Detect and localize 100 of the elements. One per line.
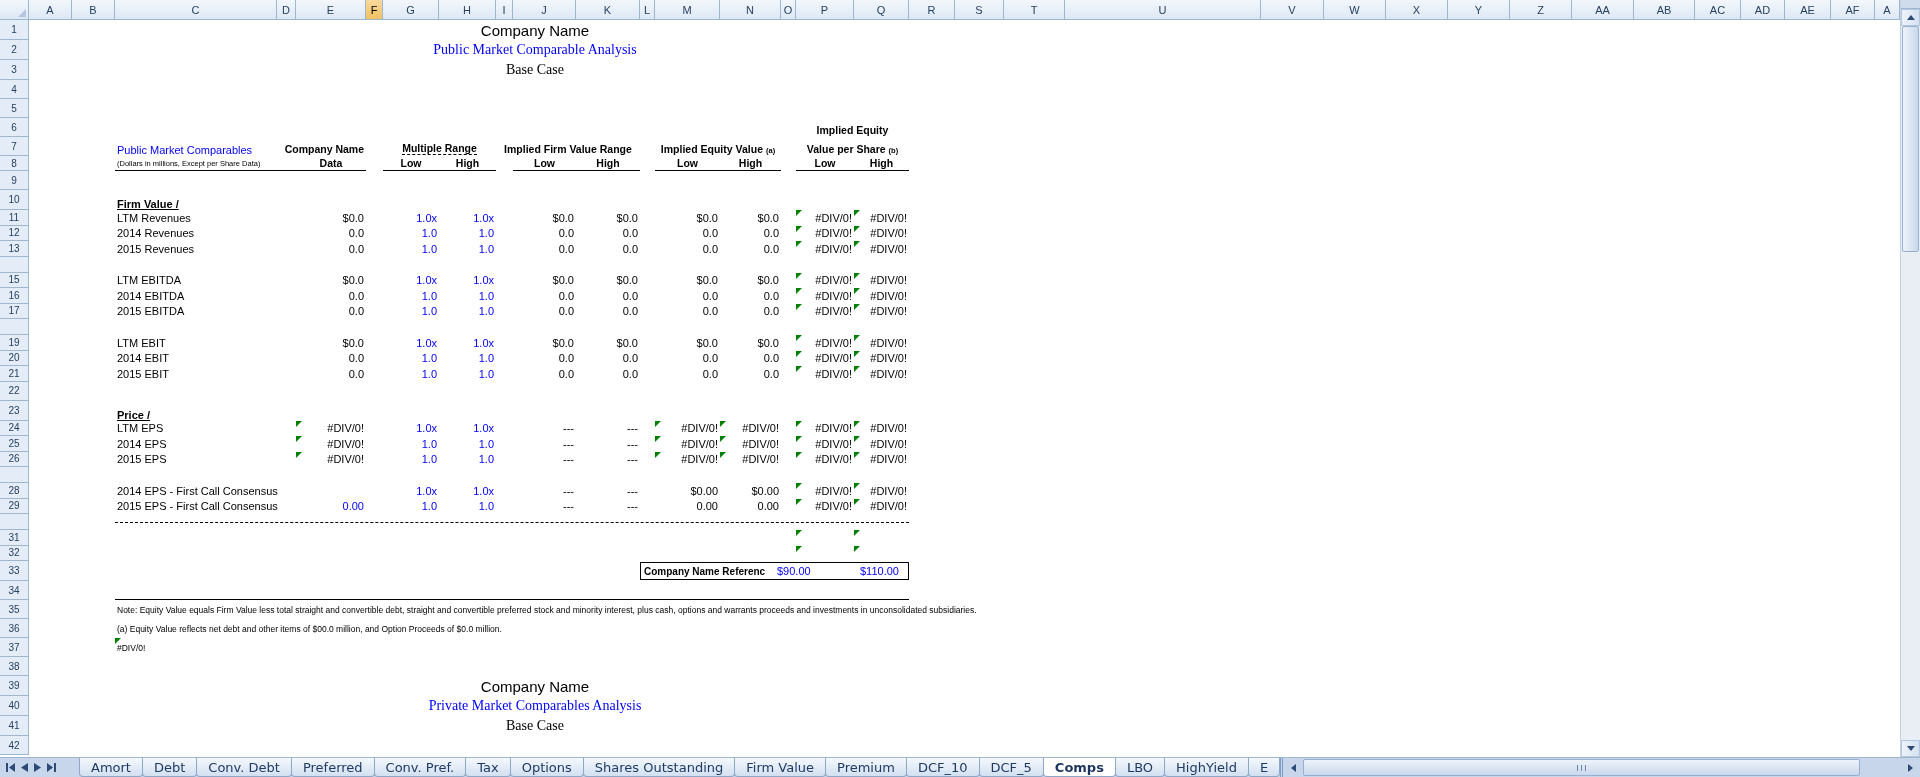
- sheet-tab[interactable]: Firm Value: [734, 758, 827, 777]
- left-triangle-icon[interactable]: [21, 763, 28, 772]
- column-header[interactable]: AC: [1695, 0, 1741, 19]
- scrollbar-thumb[interactable]: [1902, 26, 1919, 252]
- row-number[interactable]: 33: [0, 561, 29, 581]
- row-number[interactable]: 28: [0, 483, 29, 499]
- sheet-tab[interactable]: Amort: [79, 758, 143, 777]
- row-number[interactable]: 34: [0, 581, 29, 600]
- column-header[interactable]: C: [115, 0, 277, 19]
- column-header[interactable]: V: [1261, 0, 1324, 19]
- row-number[interactable]: 16: [0, 288, 29, 304]
- row-number[interactable]: 40: [0, 696, 29, 716]
- section-heading: Price /: [117, 408, 151, 421]
- column-header[interactable]: W: [1324, 0, 1386, 19]
- sheet-tab[interactable]: Options: [509, 758, 584, 777]
- table-cell: #DIV/0!: [870, 422, 907, 435]
- sheet-tab[interactable]: Conv. Pref.: [373, 758, 467, 777]
- row-number[interactable]: 25: [0, 436, 29, 452]
- column-header[interactable]: F: [366, 0, 383, 19]
- row-number[interactable]: 11: [0, 210, 29, 226]
- row-number[interactable]: 23: [0, 400, 29, 421]
- row-number[interactable]: 7: [0, 137, 29, 156]
- column-header[interactable]: K: [576, 0, 640, 19]
- row-number[interactable]: 39: [0, 676, 29, 696]
- column-header[interactable]: S: [955, 0, 1004, 19]
- scroll-up-button[interactable]: [1901, 9, 1920, 26]
- column-header[interactable]: AF: [1831, 0, 1875, 19]
- column-header[interactable]: J: [513, 0, 576, 19]
- column-header[interactable]: AE: [1785, 0, 1831, 19]
- sheet-tab[interactable]: HighYield: [1164, 758, 1249, 777]
- column-header[interactable]: O: [781, 0, 796, 19]
- row-number[interactable]: 4: [0, 80, 29, 99]
- row-number[interactable]: 31: [0, 530, 29, 546]
- column-header[interactable]: I: [496, 0, 513, 19]
- row-number[interactable]: 1: [0, 20, 29, 40]
- row-number[interactable]: 36: [0, 619, 29, 638]
- sheet-tab[interactable]: Preferred: [290, 758, 375, 777]
- sheet-tab[interactable]: LBO: [1114, 758, 1166, 777]
- skip-start-icon[interactable]: [6, 763, 15, 772]
- table-cell: #DIV/0!: [815, 484, 852, 497]
- row-header-cell[interactable]: [0, 514, 29, 530]
- column-header[interactable]: U: [1065, 0, 1261, 19]
- row-number[interactable]: 42: [0, 736, 29, 755]
- table-title: Public Market Comparables: [117, 144, 253, 156]
- skip-end-icon[interactable]: [47, 763, 56, 772]
- table-cell: 0.0: [702, 242, 718, 255]
- column-header[interactable]: X: [1386, 0, 1448, 19]
- sheet-tab[interactable]: Debt: [141, 758, 198, 777]
- column-header[interactable]: Z: [1510, 0, 1572, 19]
- table-cell: 0.0: [348, 227, 364, 240]
- row-number[interactable]: 10: [0, 190, 29, 210]
- column-header[interactable]: H: [439, 0, 496, 19]
- row-header-cell[interactable]: [0, 467, 29, 483]
- sheet-tab[interactable]: DCF_10: [905, 758, 980, 777]
- column-header[interactable]: Y: [1448, 0, 1510, 19]
- column-header[interactable]: A: [29, 0, 72, 19]
- column-header[interactable]: L: [640, 0, 655, 19]
- row-number[interactable]: 37: [0, 638, 29, 657]
- column-header[interactable]: P: [796, 0, 854, 19]
- column-header[interactable]: N: [720, 0, 781, 19]
- row-number[interactable]: 2: [0, 40, 29, 60]
- scroll-down-button[interactable]: [1901, 740, 1920, 757]
- row-number[interactable]: 19: [0, 335, 29, 351]
- column-header[interactable]: R: [909, 0, 955, 19]
- table-cell: #DIV/0!: [327, 422, 364, 435]
- row-number[interactable]: 21: [0, 366, 29, 382]
- sheet-tab[interactable]: Comps: [1042, 758, 1116, 777]
- column-header[interactable]: AB: [1634, 0, 1695, 19]
- sheet-tab[interactable]: E: [1247, 758, 1281, 777]
- scrollbar-thumb[interactable]: [1303, 759, 1860, 776]
- row-number[interactable]: 6: [0, 118, 29, 137]
- row-number[interactable]: 35: [0, 600, 29, 619]
- sheet-tab[interactable]: Shares Outstanding: [582, 758, 736, 777]
- column-header[interactable]: D: [277, 0, 296, 19]
- sheet-tab[interactable]: Conv. Debt: [196, 758, 292, 777]
- footnote-text: (a) Equity Value reflects net debt and other items of $00.0 million, and Option Proceeds of $0.0 million.: [117, 623, 502, 634]
- sheet-tab[interactable]: Premium: [825, 758, 907, 777]
- right-triangle-icon[interactable]: [34, 763, 41, 772]
- column-heading: Company Name: [284, 143, 364, 155]
- column-header[interactable]: Q: [854, 0, 909, 19]
- row-number[interactable]: 8: [0, 156, 29, 171]
- sheet-tab[interactable]: Tax: [465, 758, 511, 777]
- column-header[interactable]: G: [383, 0, 439, 19]
- column-header[interactable]: B: [72, 0, 115, 19]
- row-number[interactable]: 5: [0, 99, 29, 118]
- column-header[interactable]: M: [655, 0, 720, 19]
- sheet-tab[interactable]: DCF_5: [978, 758, 1044, 777]
- row-number[interactable]: 41: [0, 716, 29, 736]
- column-heading: Low: [796, 156, 854, 171]
- row-header-cell[interactable]: [0, 319, 29, 335]
- row-number[interactable]: 38: [0, 657, 29, 676]
- column-header[interactable]: T: [1004, 0, 1065, 19]
- row-number[interactable]: 3: [0, 60, 29, 80]
- column-header[interactable]: AA: [1572, 0, 1634, 19]
- table-cell: 1.0: [478, 352, 494, 365]
- row-number[interactable]: 9: [0, 171, 29, 190]
- column-header[interactable]: AD: [1741, 0, 1785, 19]
- table-cell: 1.0: [421, 453, 437, 466]
- row-number[interactable]: 13: [0, 241, 29, 257]
- row-label: 2015 EPS - First Call Consensus: [117, 500, 278, 513]
